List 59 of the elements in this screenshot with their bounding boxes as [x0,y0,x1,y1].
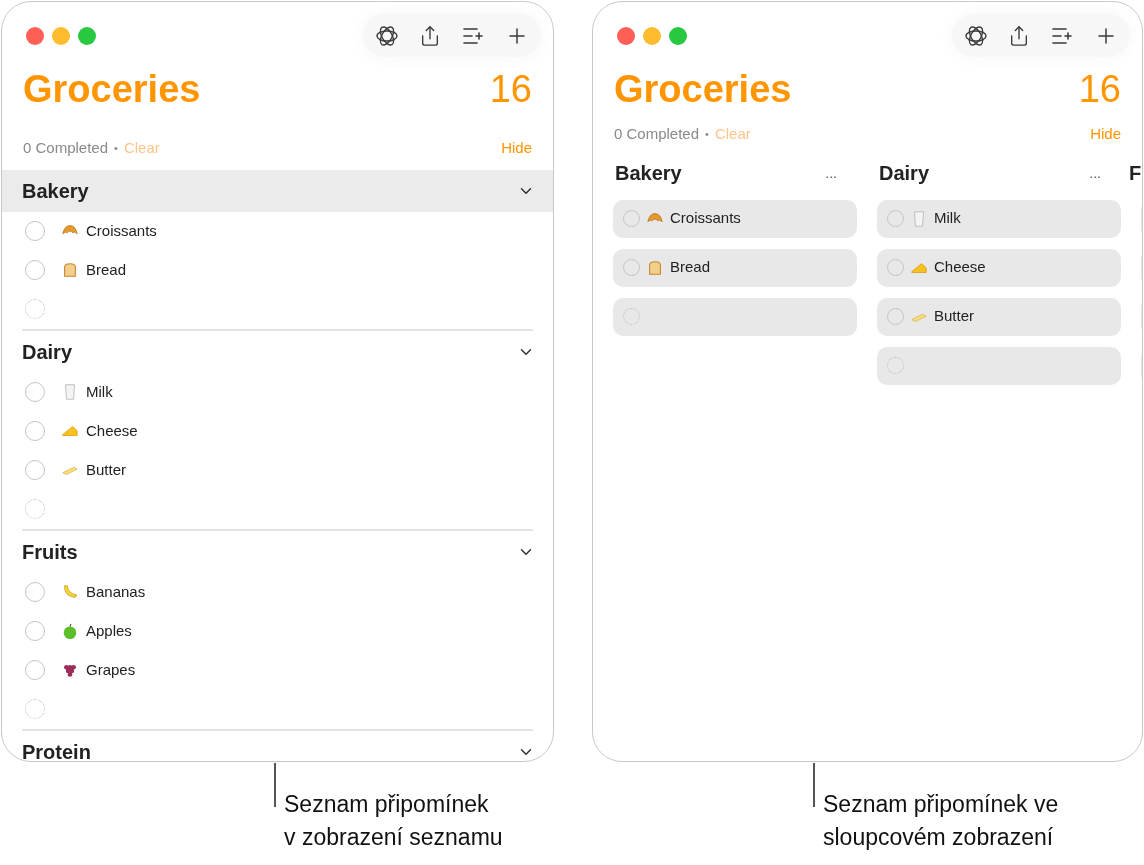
minimize-button[interactable] [643,26,661,45]
separator-dot: • [705,127,709,142]
share-icon[interactable] [419,24,441,47]
reminder-title: Milk [86,381,113,402]
reminder-card[interactable]: Cheese [877,248,1121,287]
minimize-button[interactable] [52,26,70,45]
zoom-button[interactable] [78,26,96,45]
section-header[interactable]: Bakery [2,169,553,212]
close-button[interactable] [617,26,635,45]
completed-count: 0 Completed [23,138,109,158]
zoom-button[interactable] [669,26,687,45]
apple-icon [61,622,79,640]
reminder-card[interactable] [613,297,857,336]
list-title: Groceries [23,67,201,112]
column-title: F [1129,160,1142,186]
reminder-card[interactable] [877,346,1121,385]
section-title: Dairy [22,339,73,365]
reminder-title: Cheese [86,420,138,441]
reminder-card[interactable]: Bread [613,248,857,287]
reminder-title: Grapes [86,659,136,680]
section-header[interactable]: Dairy [2,330,553,373]
more-button[interactable]: ... [825,165,837,180]
bread-icon [646,258,664,277]
section-title: Fruits [22,539,78,565]
orbit-icon[interactable] [964,23,988,48]
section-title: Protein [22,739,91,761]
separator-dot: • [114,141,118,156]
reminder-title: Cheese [934,257,986,278]
close-button[interactable] [26,26,44,45]
caption: Seznam připomínek v zobrazení seznamu [284,790,503,852]
column-title: Dairy [879,160,930,186]
reminder-count: 16 [1078,67,1121,112]
reminder-title: Butter [934,306,975,327]
leader-line [274,763,276,807]
section-header[interactable]: Fruits [2,530,553,573]
banana-icon [61,583,79,601]
reminder-card[interactable]: Croissants [613,199,857,238]
reminder-card[interactable]: Milk [877,199,1121,238]
bread-icon [61,261,79,279]
column-title: Bakery [615,160,682,186]
reminder-title: Croissants [670,208,741,229]
section-header[interactable]: Protein [2,730,553,761]
caption: Seznam připomínek ve sloupcovém zobrazení [823,790,1059,852]
share-icon[interactable] [1008,24,1030,47]
orbit-icon[interactable] [375,23,399,48]
reminder-title: Milk [934,208,961,229]
more-button[interactable]: ... [1089,165,1101,180]
reminder-title: Apples [86,620,132,641]
reminder-card[interactable]: Butter [877,297,1121,336]
leader-line [813,763,815,807]
reminder-count: 16 [489,67,532,112]
reminder-title: Bananas [86,581,146,602]
reminder-title: Butter [86,459,127,480]
section-title: Bakery [22,178,89,204]
reminder-title: Bread [670,257,711,278]
completed-count: 0 Completed [614,124,700,144]
reminder-title: Croissants [86,220,157,241]
reminder-title: Bread [86,259,127,280]
list-title: Groceries [614,67,792,112]
